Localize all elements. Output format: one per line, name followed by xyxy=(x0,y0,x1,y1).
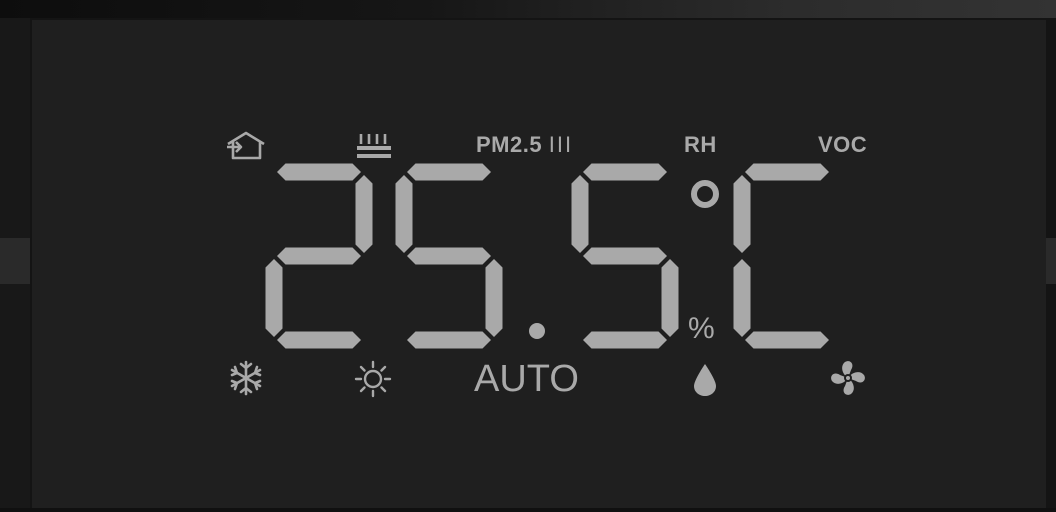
digit-2-segment-g xyxy=(583,247,667,265)
digit-0-segment-e xyxy=(265,259,283,337)
digit-unit-segment-e xyxy=(733,259,751,337)
water-drop-icon xyxy=(694,364,716,396)
digit-2-segment-d xyxy=(583,331,667,349)
mode-auto-label: AUTO xyxy=(474,358,579,400)
percent-symbol: % xyxy=(688,312,715,345)
digit-unit-segment-d xyxy=(745,331,829,349)
device-bezel-bottom xyxy=(0,508,1056,512)
decimal-point xyxy=(529,323,545,339)
digit-unit-segment-f xyxy=(733,175,751,253)
temperature-digits xyxy=(265,163,829,349)
degree-symbol xyxy=(691,180,719,208)
digit-1-segment-f xyxy=(395,175,413,253)
digit-0-segment-d xyxy=(277,331,361,349)
snowflake-icon xyxy=(230,360,262,396)
digit-2-segment-f xyxy=(571,175,589,253)
digit-unit-segment-a xyxy=(745,163,829,181)
sun-icon xyxy=(354,360,392,398)
digit-1-segment-g xyxy=(407,247,491,265)
device-bezel-top xyxy=(0,0,1056,18)
digit-1-segment-d xyxy=(407,331,491,349)
fan-icon xyxy=(831,361,865,395)
temperature-readout xyxy=(265,163,829,349)
digit-1-segment-c xyxy=(485,259,503,337)
device-edge-left xyxy=(0,238,30,284)
device-edge-right xyxy=(1046,238,1056,284)
digit-2-segment-a xyxy=(583,163,667,181)
digit-2-segment-c xyxy=(661,259,679,337)
lcd-screen: PM2.5 III RH VOC % AUTO xyxy=(32,20,1046,508)
digit-1-segment-a xyxy=(407,163,491,181)
digit-0-segment-g xyxy=(277,247,361,265)
digit-0-segment-b xyxy=(355,175,373,253)
digit-0-segment-a xyxy=(277,163,361,181)
